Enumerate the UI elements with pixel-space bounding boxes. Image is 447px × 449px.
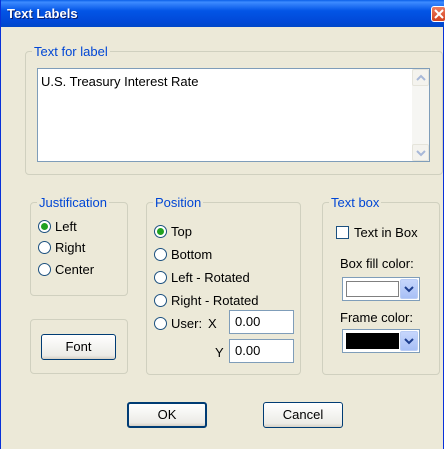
- text-labels-dialog: Text Labels Text for label U.S. Treasury…: [0, 0, 446, 449]
- box-fill-color-label: Box fill color:: [340, 256, 414, 271]
- radio-selected-icon: [38, 220, 51, 233]
- ok-button[interactable]: OK: [127, 402, 207, 428]
- chevron-down-icon: [404, 286, 414, 293]
- frame-color-dropdown[interactable]: [342, 329, 420, 353]
- close-button[interactable]: [431, 6, 446, 22]
- frame-color-label: Frame color:: [340, 310, 413, 325]
- position-bottom-label: Bottom: [171, 247, 213, 262]
- position-right-rotated-radio[interactable]: Right - Rotated: [154, 293, 258, 308]
- radio-icon: [154, 248, 167, 261]
- position-user-label: User:: [171, 316, 203, 331]
- text-in-box-label: Text in Box: [354, 225, 418, 240]
- radio-icon: [154, 294, 167, 307]
- radio-icon: [38, 241, 51, 254]
- dropdown-arrow[interactable]: [400, 331, 418, 351]
- radio-selected-icon: [154, 225, 167, 238]
- dropdown-arrow[interactable]: [400, 279, 418, 299]
- position-legend: Position: [153, 195, 204, 210]
- scroll-up-button[interactable]: [412, 69, 429, 86]
- justification-left-radio[interactable]: Left: [38, 219, 77, 234]
- label-text-area[interactable]: U.S. Treasury Interest Rate: [37, 68, 430, 162]
- chevron-up-icon: [416, 74, 426, 81]
- position-left-rotated-radio[interactable]: Left - Rotated: [154, 270, 250, 285]
- checkbox-icon: [336, 226, 349, 239]
- radio-icon: [154, 271, 167, 284]
- position-top-radio[interactable]: Top: [154, 224, 192, 239]
- text-box-group: Text box Text in Box Box fill color: Fra…: [322, 195, 440, 375]
- position-right-rotated-label: Right - Rotated: [171, 293, 259, 308]
- y-coordinate-input[interactable]: 0.00: [229, 339, 294, 363]
- position-top-label: Top: [171, 224, 192, 239]
- justification-center-label: Center: [55, 262, 95, 277]
- vertical-scrollbar[interactable]: [412, 69, 429, 161]
- justification-legend: Justification: [37, 195, 109, 210]
- fill-color-swatch: [346, 281, 399, 297]
- text-box-legend: Text box: [329, 195, 382, 210]
- radio-icon: [154, 317, 167, 330]
- radio-icon: [38, 263, 51, 276]
- title-bar[interactable]: Text Labels: [1, 0, 446, 27]
- close-icon: [434, 9, 444, 19]
- justification-center-radio[interactable]: Center: [38, 262, 94, 277]
- position-bottom-radio[interactable]: Bottom: [154, 247, 212, 262]
- window-title: Text Labels: [7, 6, 78, 21]
- font-button[interactable]: Font: [41, 334, 116, 360]
- justification-left-label: Left: [55, 219, 77, 234]
- scroll-down-button[interactable]: [412, 144, 429, 161]
- text-for-label-group: Text for label U.S. Treasury Interest Ra…: [25, 44, 443, 175]
- label-text-value: U.S. Treasury Interest Rate: [41, 74, 199, 89]
- justification-group: Justification Left Right Center: [30, 195, 128, 296]
- box-fill-color-dropdown[interactable]: [342, 277, 420, 301]
- x-label: X: [208, 316, 217, 331]
- position-user-radio[interactable]: User:: [154, 316, 202, 331]
- cancel-button[interactable]: Cancel: [263, 402, 343, 428]
- y-label: Y: [215, 345, 224, 360]
- chevron-down-icon: [416, 150, 426, 157]
- frame-color-swatch: [346, 333, 399, 349]
- text-for-label-legend: Text for label: [32, 44, 110, 59]
- justification-right-label: Right: [55, 240, 86, 255]
- justification-right-radio[interactable]: Right: [38, 240, 85, 255]
- x-coordinate-input[interactable]: 0.00: [229, 310, 294, 334]
- chevron-down-icon: [404, 338, 414, 345]
- text-in-box-checkbox[interactable]: Text in Box: [336, 225, 418, 240]
- position-left-rotated-label: Left - Rotated: [171, 270, 250, 285]
- position-group: Position Top Bottom Left - Rotated Right…: [146, 195, 301, 375]
